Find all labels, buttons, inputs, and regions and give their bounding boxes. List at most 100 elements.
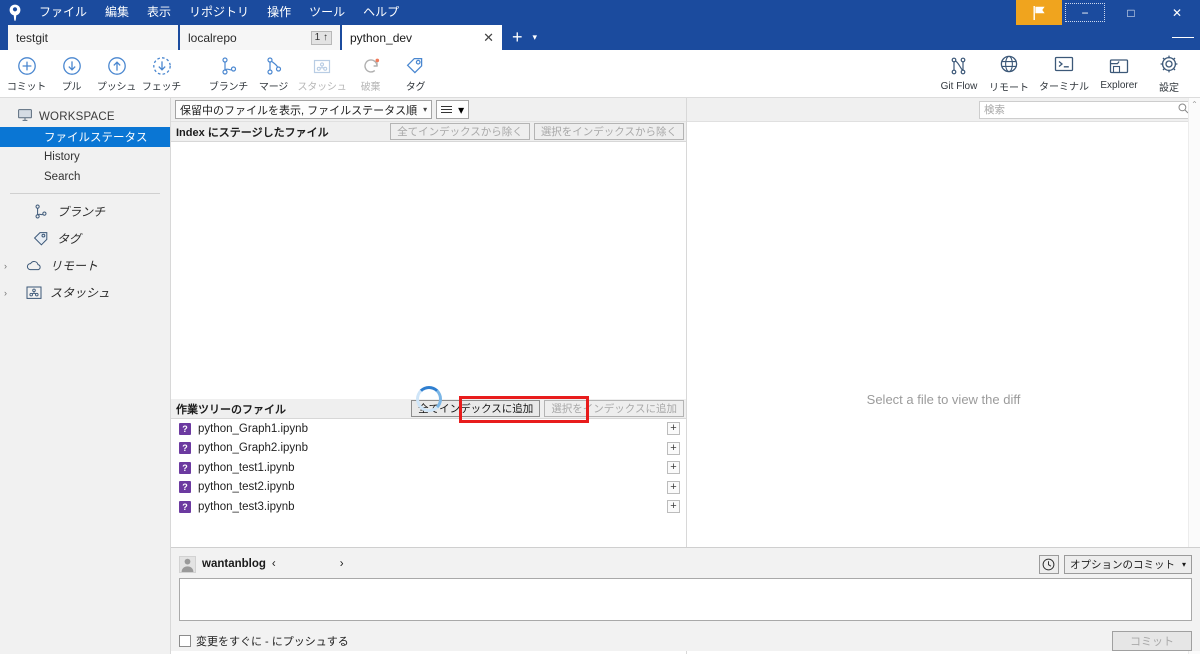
tab-overflow-menu-icon[interactable] xyxy=(1172,25,1194,50)
tab-label: testgit xyxy=(16,31,170,45)
menu-item-view[interactable]: 表示 xyxy=(138,0,180,25)
flag-icon[interactable] xyxy=(1016,0,1062,25)
stage-file-button[interactable]: + xyxy=(667,442,680,455)
maximize-button[interactable]: □ xyxy=(1108,0,1154,25)
commit-options-dropdown[interactable]: オプションのコミット ▾ xyxy=(1064,555,1192,574)
sidebar-item-history[interactable]: History xyxy=(0,147,170,167)
toolbar-settings-button[interactable]: 設定 xyxy=(1144,51,1194,97)
chevron-down-icon: ▾ xyxy=(1182,560,1186,569)
toolbar-discard-button[interactable]: 破棄 xyxy=(348,51,393,97)
toolbar-explorer-button[interactable]: Explorer xyxy=(1094,51,1144,97)
toolbar-push-button[interactable]: プッシュ xyxy=(94,51,139,97)
stash-icon xyxy=(25,286,43,300)
menu-bar: ファイル 編集 表示 リポジトリ 操作 ツール ヘルプ xyxy=(30,0,408,25)
push-immediately-checkbox-row[interactable]: 変更をすぐに - にプッシュする xyxy=(179,633,349,649)
clock-history-icon[interactable] xyxy=(1039,555,1059,574)
scroll-up-arrow-icon[interactable]: ⌃ xyxy=(1191,100,1198,109)
sidebar-item-stashes[interactable]: › スタッシュ xyxy=(0,279,170,306)
sidebar-item-remotes[interactable]: › リモート xyxy=(0,252,170,279)
close-button[interactable]: ✕ xyxy=(1154,0,1200,25)
sourcetree-logo-icon xyxy=(0,0,30,25)
table-row[interactable]: ? python_test2.ipynb + xyxy=(171,478,686,498)
close-icon[interactable]: ✕ xyxy=(483,31,494,44)
search-box[interactable]: 検索 xyxy=(979,101,1194,119)
sidebar-item-search[interactable]: Search xyxy=(0,167,170,187)
stage-file-button[interactable]: + xyxy=(667,422,680,435)
toolbar-branch-button[interactable]: ブランチ xyxy=(206,51,251,97)
gear-settings-icon xyxy=(1159,54,1179,77)
minimize-button[interactable]: − xyxy=(1062,0,1108,25)
loading-spinner xyxy=(416,386,442,412)
toolbar-git-flow-button[interactable]: Git Flow xyxy=(934,51,984,97)
table-row[interactable]: ? python_test3.ipynb + xyxy=(171,497,686,517)
push-immediately-checkbox[interactable] xyxy=(179,635,191,647)
stage-file-button[interactable]: + xyxy=(667,461,680,474)
menu-item-tools[interactable]: ツール xyxy=(300,0,354,25)
filter-bar: 保留中のファイルを表示, ファイルステータス順 ▾ ▾ xyxy=(171,98,686,122)
working-tree-title: 作業ツリーのファイル xyxy=(176,401,407,417)
sidebar-item-branches[interactable]: ブランチ xyxy=(0,198,170,225)
tag-icon xyxy=(405,54,426,76)
toolbar-label: コミット xyxy=(7,78,46,93)
push-up-arrow-icon xyxy=(107,54,127,76)
status-badge: ? xyxy=(179,481,191,493)
window-controls: − □ ✕ xyxy=(1016,0,1200,25)
toolbar-label: スタッシュ xyxy=(298,78,347,93)
sidebar-workspace-header[interactable]: WORKSPACE xyxy=(0,106,170,127)
staged-files-header: Index にステージしたファイル 全てインデックスから除く 選択をインデックス… xyxy=(171,122,686,142)
commit-message-input[interactable] xyxy=(179,578,1192,621)
sidebar-item-tags[interactable]: タグ xyxy=(0,225,170,252)
chevron-down-icon: ▾ xyxy=(423,105,427,114)
unstage-selected-button[interactable]: 選択をインデックスから除く xyxy=(534,123,684,140)
view-mode-dropdown[interactable]: ▾ xyxy=(436,100,469,119)
stage-file-button[interactable]: + xyxy=(667,500,680,513)
commit-footer: 変更をすぐに - にプッシュする コミット xyxy=(179,628,1192,654)
toolbar-commit-button[interactable]: コミット xyxy=(4,51,49,97)
tab-testgit[interactable]: testgit xyxy=(8,25,178,50)
new-tab-button[interactable]: + xyxy=(504,25,531,50)
sidebar-item-label: History xyxy=(44,151,80,163)
branch-icon xyxy=(219,54,239,76)
tab-python-dev[interactable]: python_dev ✕ xyxy=(342,25,502,50)
sidebar-item-file-status[interactable]: ファイルステータス xyxy=(0,127,170,147)
commit-author-email[interactable]: ‹ › xyxy=(272,558,344,570)
sidebar-item-label: リモート xyxy=(50,257,98,274)
menu-item-actions[interactable]: 操作 xyxy=(258,0,300,25)
tab-localrepo[interactable]: localrepo 1 ↑ xyxy=(180,25,340,50)
unstage-all-button[interactable]: 全てインデックスから除く xyxy=(390,123,530,140)
commit-button[interactable]: コミット xyxy=(1112,631,1192,651)
toolbar-stash-button[interactable]: スタッシュ xyxy=(296,51,348,97)
menu-item-file[interactable]: ファイル xyxy=(30,0,96,25)
toolbar-tag-button[interactable]: タグ xyxy=(393,51,438,97)
file-filter-dropdown[interactable]: 保留中のファイルを表示, ファイルステータス順 ▾ xyxy=(175,100,432,119)
menu-item-help[interactable]: ヘルプ xyxy=(354,0,408,25)
commit-actions: オプションのコミット ▾ xyxy=(1039,555,1192,574)
toolbar-remote-button[interactable]: リモート xyxy=(984,51,1034,97)
toolbar-pull-button[interactable]: プル xyxy=(49,51,94,97)
table-row[interactable]: ? python_test1.ipynb + xyxy=(171,458,686,478)
sidebar-workspace-label: WORKSPACE xyxy=(39,111,115,123)
toolbar-fetch-button[interactable]: フェッチ xyxy=(139,51,184,97)
staged-files-title: Index にステージしたファイル xyxy=(176,124,386,140)
table-row[interactable]: ? python_Graph2.ipynb + xyxy=(171,439,686,459)
stage-selected-button[interactable]: 選択をインデックスに追加 xyxy=(544,400,684,417)
menu-item-repository[interactable]: リポジトリ xyxy=(180,0,258,25)
toolbar-label: マージ xyxy=(259,78,288,93)
sidebar-item-label: Search xyxy=(44,171,80,183)
pull-down-arrow-icon xyxy=(62,54,82,76)
toolbar-label: ブランチ xyxy=(209,78,248,93)
staged-files-list[interactable] xyxy=(171,142,686,399)
chevron-right-icon[interactable]: › xyxy=(4,261,14,271)
status-badge: ? xyxy=(179,501,191,513)
search-input[interactable]: 検索 xyxy=(984,102,1178,117)
chevron-down-icon[interactable]: ▾ xyxy=(531,25,546,50)
toolbar-merge-button[interactable]: マージ xyxy=(251,51,296,97)
menu-item-edit[interactable]: 編集 xyxy=(96,0,138,25)
chevron-right-icon[interactable]: › xyxy=(4,288,14,298)
table-row[interactable]: ? python_Graph1.ipynb + xyxy=(171,419,686,439)
toolbar-terminal-button[interactable]: ターミナル xyxy=(1034,51,1094,97)
globe-remote-icon xyxy=(999,54,1019,77)
stage-file-button[interactable]: + xyxy=(667,481,680,494)
branch-icon xyxy=(32,204,50,219)
terminal-icon xyxy=(1053,55,1075,76)
